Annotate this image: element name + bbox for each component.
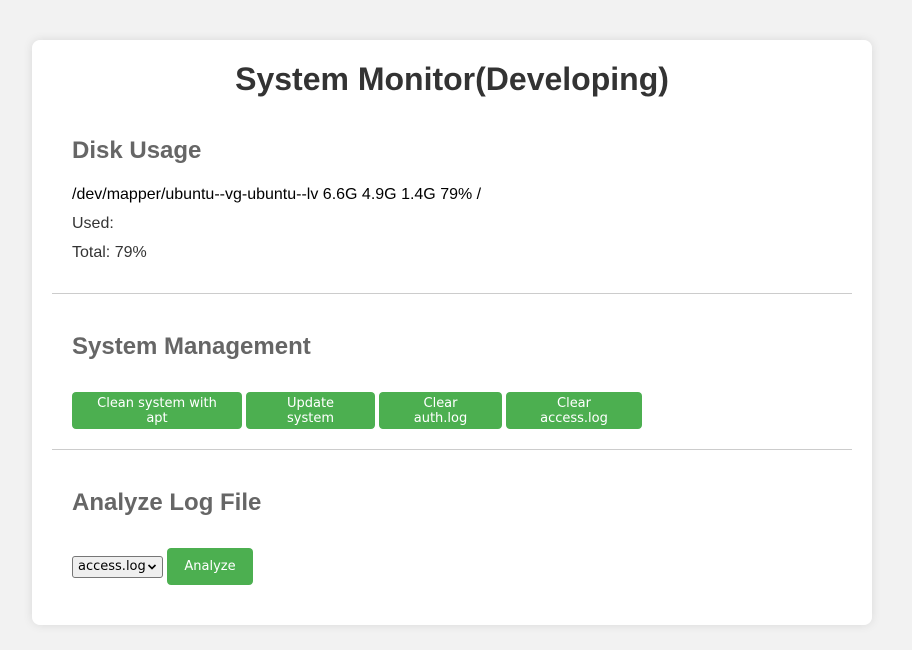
system-management-heading: System Management <box>72 333 311 360</box>
log-file-select[interactable]: access.log <box>72 555 163 578</box>
clear-access-log-button[interactable]: Clear access.log <box>506 392 642 429</box>
clear-auth-log-button[interactable]: Clear auth.log <box>379 392 502 429</box>
disk-used-label: Used: <box>72 215 114 232</box>
disk-device-line: /dev/mapper/ubuntu--vg-ubuntu--lv 6.6G 4… <box>72 186 482 203</box>
analyze-row: access.log Analyze <box>72 548 253 585</box>
page-title: System Monitor(Developing) <box>235 61 669 97</box>
section-divider <box>52 449 852 450</box>
analyze-log-heading: Analyze Log File <box>72 489 262 516</box>
log-file-select-value: access.log <box>78 559 146 574</box>
analyze-button[interactable]: Analyze <box>167 548 253 585</box>
update-system-button[interactable]: Update system <box>246 392 375 429</box>
main-card: System Monitor(Developing) Disk Usage /d… <box>32 40 872 625</box>
disk-usage-heading: Disk Usage <box>72 137 202 164</box>
chevron-down-icon <box>147 563 157 570</box>
clean-apt-button[interactable]: Clean system with apt <box>72 392 242 429</box>
section-divider <box>52 293 852 294</box>
disk-total-label: Total: 79% <box>72 244 147 261</box>
management-button-row: Clean system with apt Update system Clea… <box>72 392 642 429</box>
